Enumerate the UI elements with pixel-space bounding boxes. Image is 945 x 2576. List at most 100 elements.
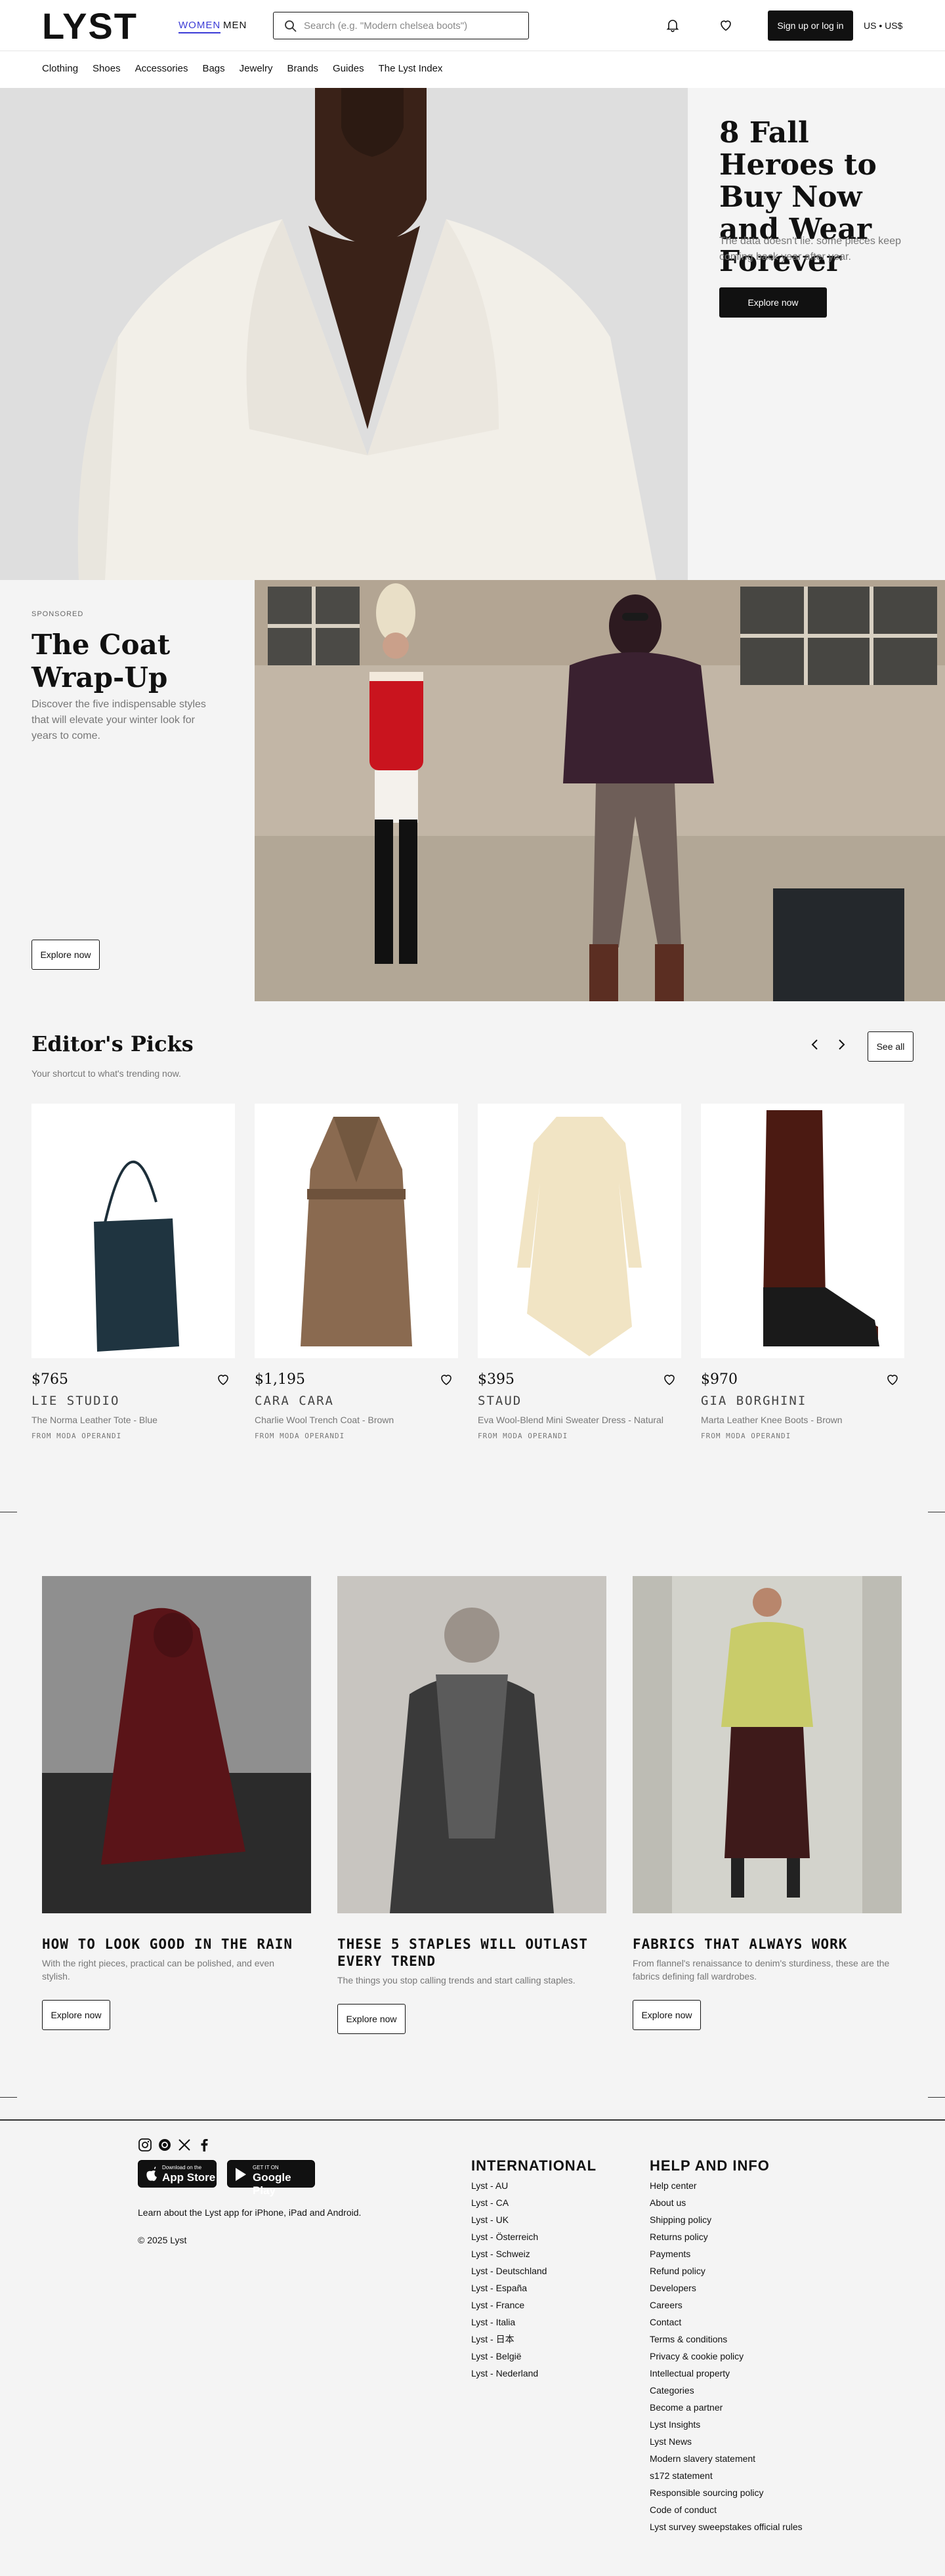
article-title[interactable]: THESE 5 STAPLES WILL OUTLAST EVERY TREND — [337, 1936, 606, 1970]
help-link[interactable]: Categories — [650, 2382, 803, 2399]
international-link[interactable]: Lyst - España — [471, 2279, 547, 2296]
help-link[interactable]: Developers — [650, 2279, 803, 2296]
article-title[interactable]: FABRICS THAT ALWAYS WORK — [633, 1936, 902, 1953]
women-tab[interactable]: WOMEN — [178, 20, 221, 33]
help-link[interactable]: About us — [650, 2194, 803, 2211]
app-note[interactable]: Learn about the Lyst app for iPhone, iPa… — [138, 2207, 361, 2218]
nav-bags[interactable]: Bags — [202, 63, 224, 74]
help-link[interactable]: Lyst Insights — [650, 2416, 803, 2433]
wishlist-heart-icon[interactable] — [885, 1371, 900, 1387]
product-brand[interactable]: GIA BORGHINI — [701, 1394, 807, 1408]
sponsored-explore-button[interactable]: Explore now — [32, 940, 100, 970]
threads-icon[interactable] — [158, 2138, 172, 2152]
article-card[interactable]: HOW TO LOOK GOOD IN THE RAIN With the ri… — [42, 1576, 311, 2030]
product-card[interactable]: $970 GIA BORGHINI Marta Leather Knee Boo… — [701, 1104, 904, 1440]
article-explore-button[interactable]: Explore now — [633, 2000, 701, 2030]
carousel-next-icon[interactable] — [833, 1037, 849, 1052]
help-link[interactable]: Careers — [650, 2296, 803, 2314]
product-card[interactable]: $1,195 CARA CARA Charlie Wool Trench Coa… — [255, 1104, 458, 1440]
product-image-sweater-dress[interactable] — [478, 1104, 681, 1358]
international-link[interactable]: Lyst - Schweiz — [471, 2245, 547, 2262]
help-link[interactable]: Contact — [650, 2314, 803, 2331]
nav-clothing[interactable]: Clothing — [42, 63, 78, 74]
x-icon[interactable] — [177, 2138, 192, 2152]
google-play-badge[interactable]: GET IT ON Google Play — [227, 2160, 315, 2197]
article-image-rain[interactable] — [42, 1576, 311, 1913]
sponsored-image-guard-and-model[interactable] — [255, 580, 945, 1001]
international-link[interactable]: Lyst - België — [471, 2348, 547, 2365]
product-image-knee-boots[interactable] — [701, 1104, 904, 1358]
nav-lyst-index[interactable]: The Lyst Index — [379, 63, 443, 74]
product-name[interactable]: Marta Leather Knee Boots - Brown — [701, 1415, 904, 1425]
nav-jewelry[interactable]: Jewelry — [240, 63, 273, 74]
product-name[interactable]: The Norma Leather Tote - Blue — [32, 1415, 235, 1425]
wishlist-heart-icon[interactable] — [215, 1371, 231, 1387]
help-link[interactable]: s172 statement — [650, 2467, 803, 2484]
international-link[interactable]: Lyst - CA — [471, 2194, 547, 2211]
product-name[interactable]: Eva Wool-Blend Mini Sweater Dress - Natu… — [478, 1415, 681, 1425]
help-link[interactable]: Refund policy — [650, 2262, 803, 2279]
help-link[interactable]: Code of conduct — [650, 2501, 803, 2518]
help-link[interactable]: Returns policy — [650, 2228, 803, 2245]
article-explore-button[interactable]: Explore now — [42, 2000, 110, 2030]
nav-guides[interactable]: Guides — [333, 63, 364, 74]
help-link[interactable]: Modern slavery statement — [650, 2450, 803, 2467]
hero-image-white-coat[interactable] — [0, 88, 688, 580]
product-brand[interactable]: CARA CARA — [255, 1394, 334, 1408]
product-image-trench-coat[interactable] — [255, 1104, 458, 1358]
international-link[interactable]: Lyst - Österreich — [471, 2228, 547, 2245]
see-all-button[interactable]: See all — [868, 1031, 914, 1062]
search-icon — [285, 20, 297, 32]
app-store-badge[interactable]: Download on the App Store — [138, 2160, 217, 2188]
sponsored-title[interactable]: The Coat Wrap-Up — [32, 629, 235, 694]
signup-button[interactable]: Sign up or log in — [768, 10, 853, 41]
search-input[interactable] — [304, 18, 520, 33]
locale-selector[interactable]: US • US$ — [864, 20, 902, 31]
international-link[interactable]: Lyst - Deutschland — [471, 2262, 547, 2279]
article-card[interactable]: THESE 5 STAPLES WILL OUTLAST EVERY TREND… — [337, 1576, 606, 2034]
article-card[interactable]: FABRICS THAT ALWAYS WORK From flannel's … — [633, 1576, 902, 2030]
article-image-staples[interactable] — [337, 1576, 606, 1913]
wishlist-heart-icon[interactable] — [662, 1371, 677, 1387]
help-link[interactable]: Payments — [650, 2245, 803, 2262]
heart-icon[interactable] — [718, 17, 734, 33]
product-card[interactable]: $765 LIE STUDIO The Norma Leather Tote -… — [32, 1104, 235, 1440]
help-link[interactable]: Lyst News — [650, 2433, 803, 2450]
help-link[interactable]: Help center — [650, 2177, 803, 2194]
nav-shoes[interactable]: Shoes — [93, 63, 121, 74]
international-link[interactable]: Lyst - Italia — [471, 2314, 547, 2331]
nav-accessories[interactable]: Accessories — [135, 63, 188, 74]
international-link[interactable]: Lyst - AU — [471, 2177, 547, 2194]
search-box[interactable] — [273, 12, 529, 39]
article-explore-button[interactable]: Explore now — [337, 2004, 406, 2034]
lyst-logo[interactable]: LYST — [42, 8, 138, 45]
product-brand[interactable]: LIE STUDIO — [32, 1394, 119, 1408]
help-link[interactable]: Privacy & cookie policy — [650, 2348, 803, 2365]
product-card[interactable]: $395 STAUD Eva Wool-Blend Mini Sweater D… — [478, 1104, 681, 1440]
help-link[interactable]: Intellectual property — [650, 2365, 803, 2382]
help-link[interactable]: Become a partner — [650, 2399, 803, 2416]
nav-brands[interactable]: Brands — [287, 63, 319, 74]
article-image-fabrics[interactable] — [633, 1576, 902, 1913]
international-link[interactable]: Lyst - Nederland — [471, 2365, 547, 2382]
product-brand[interactable]: STAUD — [478, 1394, 522, 1408]
men-tab[interactable]: MEN — [223, 20, 247, 31]
instagram-icon[interactable] — [138, 2138, 152, 2152]
help-link[interactable]: Terms & conditions — [650, 2331, 803, 2348]
help-link[interactable]: Responsible sourcing policy — [650, 2484, 803, 2501]
article-description: With the right pieces, practical can be … — [42, 1958, 275, 1982]
bell-icon[interactable] — [665, 17, 681, 33]
international-link[interactable]: Lyst - France — [471, 2296, 547, 2314]
international-link[interactable]: Lyst - 日本 — [471, 2331, 547, 2348]
product-name[interactable]: Charlie Wool Trench Coat - Brown — [255, 1415, 458, 1425]
article-title[interactable]: HOW TO LOOK GOOD IN THE RAIN — [42, 1936, 311, 1953]
hero-explore-button[interactable]: Explore now — [719, 287, 827, 318]
help-link[interactable]: Lyst survey sweepstakes official rules — [650, 2518, 803, 2535]
product-image-tote[interactable] — [32, 1104, 235, 1358]
facebook-icon[interactable] — [197, 2138, 211, 2152]
wishlist-heart-icon[interactable] — [438, 1371, 454, 1387]
international-link[interactable]: Lyst - UK — [471, 2211, 547, 2228]
carousel-prev-icon[interactable] — [807, 1037, 823, 1052]
help-link[interactable]: Shipping policy — [650, 2211, 803, 2228]
sponsored-subtitle: Discover the five indispensable styles t… — [32, 699, 206, 741]
